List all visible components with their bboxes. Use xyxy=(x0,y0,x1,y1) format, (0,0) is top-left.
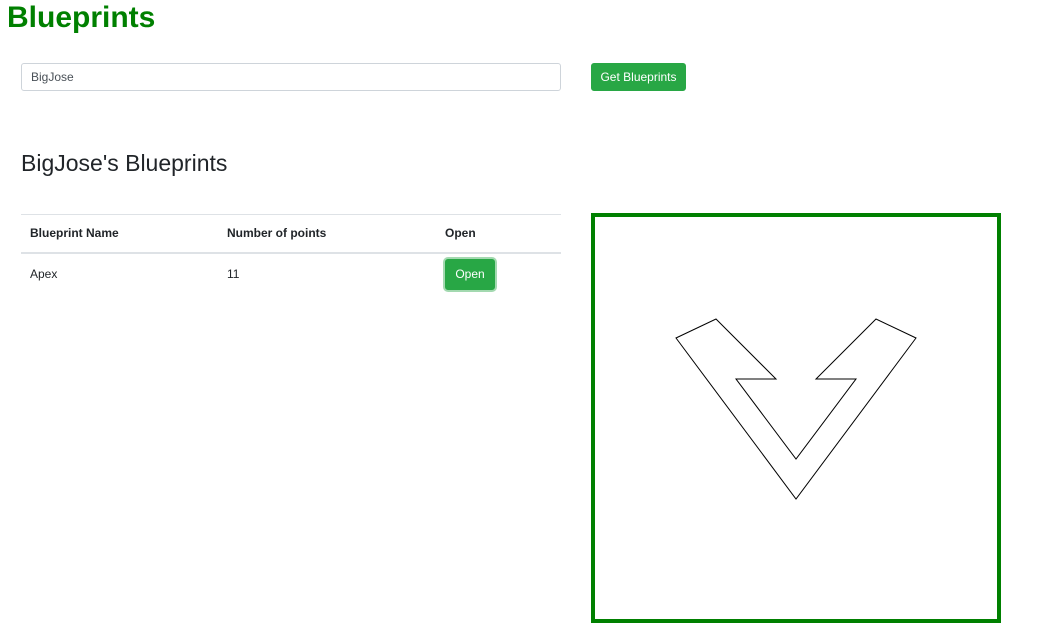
blueprint-drawing xyxy=(675,318,917,500)
blueprints-section-title: BigJose's Blueprints xyxy=(21,150,228,176)
header-number-of-points: Number of points xyxy=(218,214,436,254)
number-of-points-cell: 11 xyxy=(227,266,240,281)
author-search-input[interactable] xyxy=(21,63,561,91)
table-header-row: Blueprint Name Number of points Open xyxy=(21,214,561,254)
blueprints-table: Blueprint Name Number of points Open Ape… xyxy=(21,214,561,295)
open-cell: Open xyxy=(436,253,561,295)
header-blueprint-name: Blueprint Name xyxy=(21,214,218,254)
get-blueprints-button[interactable]: Get Blueprints xyxy=(591,63,686,91)
blueprint-polygon xyxy=(675,318,917,500)
app-title: Blueprints xyxy=(7,1,156,34)
table-row: Apex 11 Open xyxy=(21,253,561,295)
header-open: Open xyxy=(436,214,561,254)
open-blueprint-button[interactable]: Open xyxy=(445,258,495,290)
blueprint-canvas[interactable] xyxy=(591,213,1001,623)
blueprint-name-cell: Apex xyxy=(30,266,58,281)
